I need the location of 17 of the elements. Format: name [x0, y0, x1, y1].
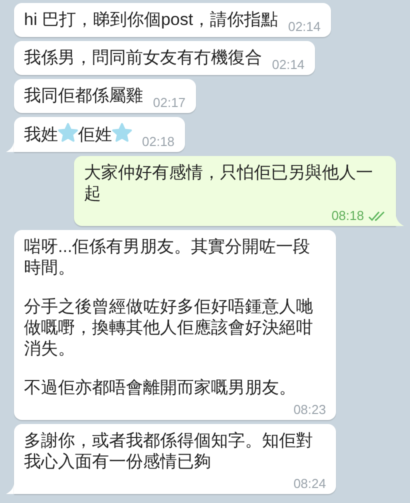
message-text: 我係男，問同前女友有冇機復合	[24, 48, 262, 67]
message-text: 我姓	[24, 125, 58, 144]
message-text: hi 巴打，睇到你個post，請你指點	[24, 10, 278, 29]
message-time: 08:24	[293, 476, 326, 491]
message-time: 08:18	[331, 208, 364, 223]
message-time: 02:14	[272, 57, 305, 72]
message-text: 佢姓	[78, 125, 112, 144]
message-time: 08:23	[293, 402, 326, 417]
message-text: 不過佢亦都唔會離開而家嘅男朋友。	[24, 378, 296, 397]
message-text: 多謝你，或者我都係得個知字。知佢對我心入面有一份感情已夠	[24, 431, 313, 471]
message-text: 大家仲好有感情，只怕佢已另與他人一起	[84, 163, 373, 203]
message-text: 分手之後曾經做咗好多佢好唔鍾意人哋做嘅嘢，換轉其他人佢應該會好決絕咁消失。	[24, 297, 313, 358]
message-text: 我同佢都係屬雞	[24, 86, 143, 105]
message-text: 啱呀...佢係有男朋友。其實分開咗一段時間。	[24, 237, 310, 277]
message-time: 02:17	[153, 95, 186, 110]
message-time: 02:18	[142, 134, 175, 149]
message-time: 02:14	[288, 19, 321, 34]
